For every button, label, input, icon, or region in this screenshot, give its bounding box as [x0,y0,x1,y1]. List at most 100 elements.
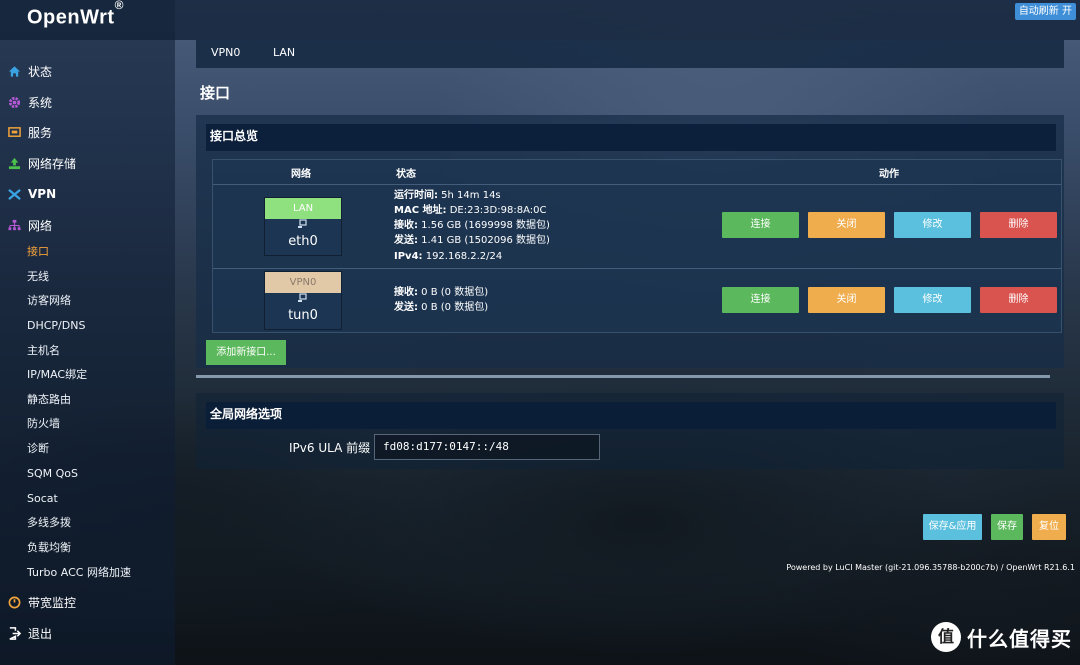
column-header-network: 网络 [291,169,311,180]
sidebar-sub-firewall[interactable]: 防火墙 [27,415,60,433]
sidebar-item-label: 系统 [28,95,53,110]
delete-button-lan[interactable]: 删除 [980,212,1057,238]
sidebar-sub-interfaces[interactable]: 接口 [27,243,49,261]
sidebar-item-status[interactable]: 状态 [0,59,175,83]
status-value: 192.168.2.2/24 [422,251,503,262]
sidebar-sub-loadbalance[interactable]: 负载均衡 [27,539,71,557]
vpn-icon [7,187,21,201]
status-value: 0 B (0 数据包) [418,287,489,298]
reset-button[interactable]: 复位 [1032,514,1066,540]
tab-vpn0[interactable]: VPN0 [211,46,240,59]
row-divider [213,268,1061,269]
interface-badge-lan: LAN eth0 [264,197,342,256]
status-ipv4: IPv4: 192.168.2.2/24 [394,249,502,264]
app-logo[interactable]: OpenWrt® [0,0,175,40]
save-apply-button[interactable]: 保存&应用 [923,514,982,540]
connect-button-lan[interactable]: 连接 [722,212,799,238]
sidebar-item-services[interactable]: 服务 [0,120,175,144]
sidebar-sub-wireless[interactable]: 无线 [27,268,49,286]
status-key: 接收: [394,220,418,231]
sidebar-sub-dhcp[interactable]: DHCP/DNS [27,317,85,335]
interface-device: tun0 [288,308,318,323]
sidebar-sub-turboacc[interactable]: Turbo ACC 网络加速 [27,564,131,582]
app-title-mark: ® [114,0,124,12]
sidebar-item-label: 网络 [28,218,53,233]
sidebar-sub-routes[interactable]: 静态路由 [27,391,71,409]
watermark: 值 什么值得买 [931,622,1072,652]
sidebar-sub-socat[interactable]: Socat [27,490,58,508]
storage-icon [7,156,21,170]
status-key: 接收: [394,287,418,298]
section-title: 接口总览 [206,124,1056,151]
section-title: 全局网络选项 [206,402,1056,429]
sidebar-item-label: VPN [28,187,57,201]
ethernet-port-icon [265,293,341,307]
home-icon [7,64,21,78]
sidebar-item-logout[interactable]: 退出 [0,621,175,645]
status-uptime: 运行时间: 5h 14m 14s [394,188,501,203]
status-key: 运行时间: [394,190,438,201]
save-button[interactable]: 保存 [991,514,1023,540]
interface-device: eth0 [288,234,318,249]
status-key: 发送: [394,302,418,313]
status-key: MAC 地址: [394,205,447,216]
status-mac: MAC 地址: DE:23:3D:98:8A:0C [394,203,546,218]
sidebar-sub-sqm[interactable]: SQM QoS [27,465,78,483]
column-header-status: 状态 [396,169,416,180]
gear-icon [7,95,21,109]
edit-button-lan[interactable]: 修改 [894,212,971,238]
edit-button-vpn0[interactable]: 修改 [894,287,971,313]
network-icon [7,218,21,232]
status-rx: 接收: 0 B (0 数据包) [394,285,488,300]
powered-by-footer: Powered by LuCI Master (git-21.096.35788… [786,563,1075,572]
delete-button-vpn0[interactable]: 删除 [980,287,1057,313]
status-value: 1.56 GB (1699998 数据包) [418,220,550,231]
services-icon [7,125,21,139]
ula-prefix-label: IPv6 ULA 前缀 [289,441,371,455]
page-title: 接口 [200,84,231,102]
row-divider [213,184,1061,185]
auto-refresh-toggle[interactable]: 自动刷新 开 [1014,3,1076,20]
status-value: DE:23:3D:98:8A:0C [446,205,547,216]
sidebar-item-vpn[interactable]: VPN [0,182,175,206]
sidebar-item-label: 带宽监控 [28,595,77,610]
interface-name: VPN0 [265,272,341,293]
interface-badge-vpn0: VPN0 tun0 [264,271,342,330]
sidebar-item-storage[interactable]: 网络存储 [0,151,175,175]
sidebar-sub-ipmac[interactable]: IP/MAC绑定 [27,366,87,384]
sidebar-item-bandwidth[interactable]: 带宽监控 [0,590,175,614]
ula-prefix-input[interactable]: fd08:d177:0147::/48 [374,434,600,460]
logout-icon [7,626,21,640]
status-value: 0 B (0 数据包) [418,302,489,313]
status-value: 1.41 GB (1502096 数据包) [418,235,550,246]
sidebar-item-label: 网络存储 [28,156,77,171]
column-header-actions: 动作 [879,169,899,180]
status-value: 5h 14m 14s [438,190,501,201]
status-tx: 发送: 1.41 GB (1502096 数据包) [394,233,550,248]
sidebar-sub-diagnostics[interactable]: 诊断 [27,440,49,458]
sidebar-item-label: 状态 [28,64,53,79]
section-divider [196,375,1050,378]
connect-button-vpn0[interactable]: 连接 [722,287,799,313]
close-button-vpn0[interactable]: 关闭 [808,287,885,313]
watermark-text: 什么值得买 [967,626,1072,651]
sidebar-sub-hostnames[interactable]: 主机名 [27,342,60,360]
add-interface-button[interactable]: 添加新接口... [206,340,286,365]
tab-lan[interactable]: LAN [273,46,295,59]
sidebar-sub-multiwan[interactable]: 多线多拨 [27,514,71,532]
monitor-icon [7,595,21,609]
sidebar-item-label: 退出 [28,626,53,641]
ethernet-port-icon [265,219,341,233]
status-key: IPv4: [394,251,423,262]
interface-name: LAN [265,198,341,219]
sidebar-item-network[interactable]: 网络 [0,213,175,237]
watermark-logo: 值 [931,622,961,652]
status-key: 发送: [394,235,418,246]
status-tx: 发送: 0 B (0 数据包) [394,300,488,315]
sidebar-sub-guest[interactable]: 访客网络 [27,292,71,310]
sidebar-item-system[interactable]: 系统 [0,90,175,114]
status-rx: 接收: 1.56 GB (1699998 数据包) [394,218,550,233]
close-button-lan[interactable]: 关闭 [808,212,885,238]
sidebar-item-label: 服务 [28,125,53,140]
app-title: OpenWrt [27,6,115,29]
